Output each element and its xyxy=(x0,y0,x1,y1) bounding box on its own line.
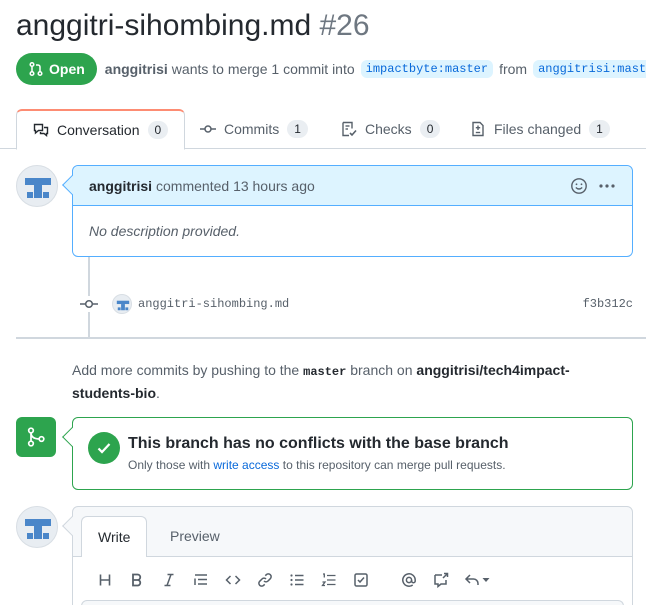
base-branch-ref[interactable]: impactbyte:master xyxy=(360,60,494,78)
pr-number: #26 xyxy=(319,9,370,42)
comment-header: anggitrisi commented 13 hours ago xyxy=(73,166,632,206)
from-text: from xyxy=(499,61,528,77)
write-access-link[interactable]: write access xyxy=(213,458,279,472)
git-pull-request-icon xyxy=(29,61,43,77)
pr-status-row: Open anggitrisi wants to merge 1 commit … xyxy=(16,53,646,85)
tab-checks-label: Checks xyxy=(365,121,412,137)
merge-status-icon-box xyxy=(16,417,56,457)
tab-files-changed-count: 1 xyxy=(589,120,610,138)
pr-tabs: Conversation 0 Commits 1 Checks 0 Files … xyxy=(0,109,646,150)
new-comment-editor: Write Preview xyxy=(62,506,633,605)
comment-discussion-icon xyxy=(33,123,49,137)
push-hint-prefix: Add more commits by pushing to the xyxy=(72,362,300,378)
push-hint-suffix: . xyxy=(156,385,160,401)
tab-commits[interactable]: Commits 1 xyxy=(200,109,308,149)
heading-button[interactable] xyxy=(89,569,121,591)
commit-author-avatar[interactable] xyxy=(112,294,132,314)
link-button[interactable] xyxy=(249,569,281,591)
quote-button[interactable] xyxy=(185,569,217,591)
pr-summary: anggitrisi wants to merge 1 commit into … xyxy=(105,60,646,78)
commit-sha-link[interactable]: f3b312c xyxy=(583,297,633,311)
comment-time[interactable]: 13 hours ago xyxy=(233,178,315,194)
tab-conversation[interactable]: Conversation 0 xyxy=(16,109,186,150)
italic-icon xyxy=(164,573,174,587)
tab-write[interactable]: Write xyxy=(81,516,148,557)
state-badge: Open xyxy=(16,53,97,85)
merge-status-title: This branch has no conflicts with the ba… xyxy=(128,435,509,452)
tab-checks-count: 0 xyxy=(419,120,441,138)
identicon xyxy=(25,519,51,539)
quote-icon xyxy=(194,574,207,585)
mention-icon xyxy=(402,573,416,587)
tab-conversation-count: 0 xyxy=(147,121,169,139)
tab-commits-count: 1 xyxy=(287,120,308,138)
code-button[interactable] xyxy=(217,569,249,591)
merge-sub-suffix: to this repository can merge pull reques… xyxy=(282,458,506,472)
pr-summary-text: wants to merge 1 commit into xyxy=(171,61,355,77)
italic-button[interactable] xyxy=(153,569,185,591)
push-hint-branch: master xyxy=(303,365,347,379)
merge-sub-prefix: Only those with xyxy=(128,458,211,472)
git-merge-icon xyxy=(27,427,45,447)
head-branch-ref[interactable]: anggitrisi:master xyxy=(533,60,646,78)
markdown-toolbar xyxy=(89,569,497,591)
merge-status-box: This branch has no conflicts with the ba… xyxy=(62,417,633,490)
kebab-horizontal-icon[interactable] xyxy=(598,177,616,195)
comment-author[interactable]: anggitrisi xyxy=(89,178,152,194)
push-hint: Add more commits by pushing to the maste… xyxy=(72,360,632,404)
push-hint-middle: branch on xyxy=(350,362,413,378)
comment-actions xyxy=(570,177,616,195)
timeline-commit: anggitri-sihombing.md f3b312c xyxy=(80,290,633,318)
pr-title-row: anggitri-sihombing.md #26 xyxy=(16,6,370,46)
comment-textarea[interactable] xyxy=(81,600,624,605)
list-ordered-icon xyxy=(321,573,336,587)
reply-icon xyxy=(464,574,479,585)
check-circle-icon xyxy=(88,432,120,464)
tab-files-changed-label: Files changed xyxy=(494,121,582,137)
bold-button[interactable] xyxy=(121,569,153,591)
identicon xyxy=(116,300,130,311)
pr-description-comment: anggitrisi commented 13 hours ago No des… xyxy=(62,165,633,257)
git-commit-icon xyxy=(200,125,216,133)
tasklist-icon xyxy=(354,573,368,587)
cross-reference-icon xyxy=(434,572,449,588)
current-user-avatar[interactable] xyxy=(16,506,58,548)
comment-action: commented xyxy=(156,177,230,194)
tab-files-changed[interactable]: Files changed 1 xyxy=(470,109,610,149)
bold-icon xyxy=(132,573,142,587)
saved-replies-button[interactable] xyxy=(457,569,497,591)
file-diff-icon xyxy=(472,121,484,137)
list-unordered-icon xyxy=(290,574,304,586)
cross-reference-button[interactable] xyxy=(425,569,457,591)
unordered-list-button[interactable] xyxy=(281,569,313,591)
git-commit-icon xyxy=(80,296,98,312)
checklist-icon xyxy=(342,121,357,137)
triangle-down-icon xyxy=(482,578,490,582)
identicon xyxy=(25,178,51,198)
code-icon xyxy=(225,575,241,585)
pr-title: anggitri-sihombing.md xyxy=(16,9,312,42)
merge-box-pointer xyxy=(62,427,82,447)
smiley-icon[interactable] xyxy=(570,177,588,195)
merge-status-subtitle: Only those with write access to this rep… xyxy=(128,458,506,472)
link-icon xyxy=(258,573,272,587)
mention-button[interactable] xyxy=(393,569,425,591)
pr-author-link[interactable]: anggitrisi xyxy=(105,61,168,77)
state-label: Open xyxy=(49,61,85,77)
tab-checks[interactable]: Checks 0 xyxy=(341,109,441,149)
comment-body: No description provided. xyxy=(89,223,240,239)
ordered-list-button[interactable] xyxy=(313,569,345,591)
author-avatar[interactable] xyxy=(16,165,58,207)
heading-icon xyxy=(99,574,111,586)
commit-message-link[interactable]: anggitri-sihombing.md xyxy=(138,297,289,311)
timeline-divider xyxy=(16,337,646,339)
tab-preview[interactable]: Preview xyxy=(154,516,236,556)
tab-commits-label: Commits xyxy=(224,121,280,137)
editor-pointer xyxy=(62,516,82,536)
tab-conversation-label: Conversation xyxy=(57,122,140,138)
task-list-button[interactable] xyxy=(345,569,377,591)
